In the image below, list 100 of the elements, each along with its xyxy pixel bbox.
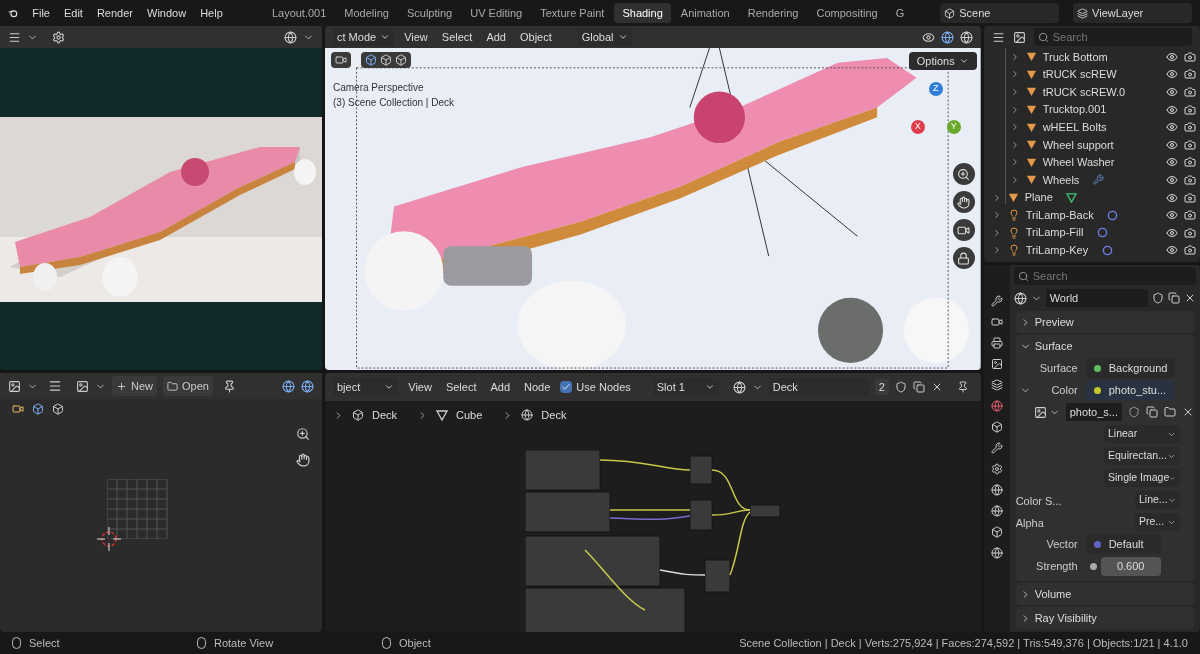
blender-logo-icon[interactable]: [8, 7, 19, 19]
open-button[interactable]: Open: [163, 376, 213, 396]
zoom-icon[interactable]: [296, 427, 310, 441]
world-name-field[interactable]: World: [1045, 289, 1148, 307]
render-camera-icon[interactable]: [1184, 50, 1196, 63]
workspace-tab[interactable]: G: [887, 3, 913, 23]
node[interactable]: [525, 535, 661, 587]
editor-type-icon[interactable]: [8, 379, 21, 393]
use-nodes-checkbox[interactable]: Use Nodes: [560, 378, 631, 396]
fake-user-icon[interactable]: [894, 381, 907, 393]
search-field[interactable]: Search: [1033, 28, 1192, 46]
folder-icon[interactable]: [1164, 406, 1176, 418]
render-camera-icon[interactable]: [1184, 68, 1196, 81]
workspace-tab[interactable]: Sculpting: [398, 3, 461, 23]
fake-user-icon[interactable]: [1152, 292, 1164, 304]
object-icon[interactable]: [990, 421, 1003, 433]
view-layer-selector[interactable]: ViewLayer: [1073, 3, 1192, 23]
search-field[interactable]: Search: [1013, 267, 1196, 285]
menu-item[interactable]: View: [400, 28, 432, 46]
pin-icon[interactable]: [956, 381, 969, 393]
outliner-item[interactable]: TriLamp-Back: [1025, 206, 1094, 224]
visibility-icon[interactable]: [1166, 121, 1178, 134]
workspace-tab[interactable]: Compositing: [808, 3, 886, 23]
menu-item[interactable]: File: [32, 4, 50, 22]
data-icon[interactable]: [990, 526, 1003, 538]
world-icon[interactable]: [990, 400, 1003, 412]
shading-icon[interactable]: [959, 30, 973, 44]
outliner-item[interactable]: Wheel support: [1042, 136, 1114, 153]
outliner-item[interactable]: Trucktop.001: [1042, 101, 1107, 118]
visibility-icon[interactable]: [1166, 156, 1178, 169]
render-camera-icon[interactable]: [1184, 138, 1196, 151]
visibility-icon[interactable]: [1166, 173, 1178, 186]
socket-field[interactable]: photo_stu...: [1085, 380, 1175, 400]
menu-item[interactable]: Help: [200, 4, 223, 22]
node[interactable]: [525, 450, 601, 491]
editor-type-icon[interactable]: [8, 30, 21, 44]
menu-item[interactable]: Render: [96, 4, 133, 22]
image-icon[interactable]: [76, 379, 89, 393]
node[interactable]: [689, 455, 713, 485]
menu-item[interactable]: Node: [520, 378, 555, 396]
duplicate-icon[interactable]: [912, 381, 925, 393]
number-field[interactable]: 0.600: [1100, 556, 1161, 576]
workspace-tab[interactable]: Shading: [614, 3, 671, 23]
menu-icon[interactable]: [48, 379, 62, 393]
outliner-item[interactable]: TriLamp-Fill: [1025, 224, 1084, 241]
menu-item[interactable]: Add: [486, 378, 515, 396]
dropdown[interactable]: Line...: [1135, 491, 1180, 509]
hand-icon[interactable]: [296, 453, 310, 467]
socket-field[interactable]: Background: [1085, 358, 1176, 378]
mode-dropdown[interactable]: ct Mode: [333, 28, 395, 46]
visibility-icon[interactable]: [1166, 50, 1178, 63]
menu-item[interactable]: Select: [441, 378, 481, 396]
close-icon[interactable]: [1184, 292, 1196, 304]
material-name-field[interactable]: Deck: [768, 378, 869, 396]
material-icon[interactable]: [732, 380, 746, 394]
render-camera-icon[interactable]: [1184, 156, 1196, 169]
world-icon[interactable]: [1013, 291, 1027, 305]
select-mode-icon[interactable]: [395, 54, 407, 66]
pin-icon[interactable]: [222, 379, 236, 393]
visibility-icon[interactable]: [1166, 226, 1178, 239]
new-button[interactable]: New: [112, 376, 157, 396]
select-mode-icon[interactable]: [32, 403, 44, 415]
outliner-item[interactable]: wHEEL Bolts: [1042, 118, 1107, 136]
render-camera-icon[interactable]: [1184, 226, 1196, 239]
modifier-icon[interactable]: [990, 442, 1003, 454]
menu-item[interactable]: Window: [147, 4, 187, 22]
render-camera-icon[interactable]: [1184, 103, 1196, 116]
mode-dropdown[interactable]: bject: [333, 378, 399, 396]
menu-item[interactable]: Select: [437, 28, 477, 46]
select-mode-icon[interactable]: [365, 54, 377, 66]
render-camera-icon[interactable]: [1184, 191, 1196, 204]
visibility-icon[interactable]: [1166, 86, 1178, 98]
dropdown[interactable]: Single Image: [1104, 469, 1180, 487]
breadcrumb-item[interactable]: Cube: [456, 406, 483, 424]
display-mode-icon[interactable]: [991, 30, 1005, 44]
visibility-icon[interactable]: [1166, 209, 1178, 222]
zoom-icon[interactable]: [957, 167, 971, 181]
render-camera-icon[interactable]: [1184, 244, 1196, 257]
workspace-tab[interactable]: Texture Paint: [532, 3, 613, 23]
render-camera-icon[interactable]: [1184, 209, 1196, 222]
panel-title[interactable]: Surface: [1034, 337, 1073, 355]
shading-icon[interactable]: [284, 30, 297, 44]
outliner-item[interactable]: Wheels: [1042, 171, 1080, 189]
scene-selector[interactable]: Scene: [940, 3, 1060, 23]
lock-icon[interactable]: [957, 251, 971, 265]
panel-title[interactable]: Volume: [1034, 585, 1072, 603]
panel-title[interactable]: Preview: [1034, 313, 1074, 331]
outliner-item[interactable]: Truck Bottom: [1042, 48, 1108, 66]
tool-settings-icon[interactable]: [990, 295, 1003, 307]
duplicate-icon[interactable]: [1146, 406, 1158, 418]
menu-item[interactable]: Object: [515, 28, 556, 46]
breadcrumb-item[interactable]: Deck: [372, 406, 398, 424]
workspace-tab[interactable]: Modeling: [336, 3, 397, 23]
workspace-tab[interactable]: Layout.001: [263, 3, 335, 23]
socket-field[interactable]: Default: [1085, 534, 1161, 554]
render-camera-icon[interactable]: [1184, 86, 1196, 98]
render-icon[interactable]: [990, 316, 1003, 328]
dropdown[interactable]: Equirectan...: [1104, 447, 1180, 465]
render-camera-icon[interactable]: [1184, 121, 1196, 134]
image-icon[interactable]: [1033, 405, 1047, 419]
